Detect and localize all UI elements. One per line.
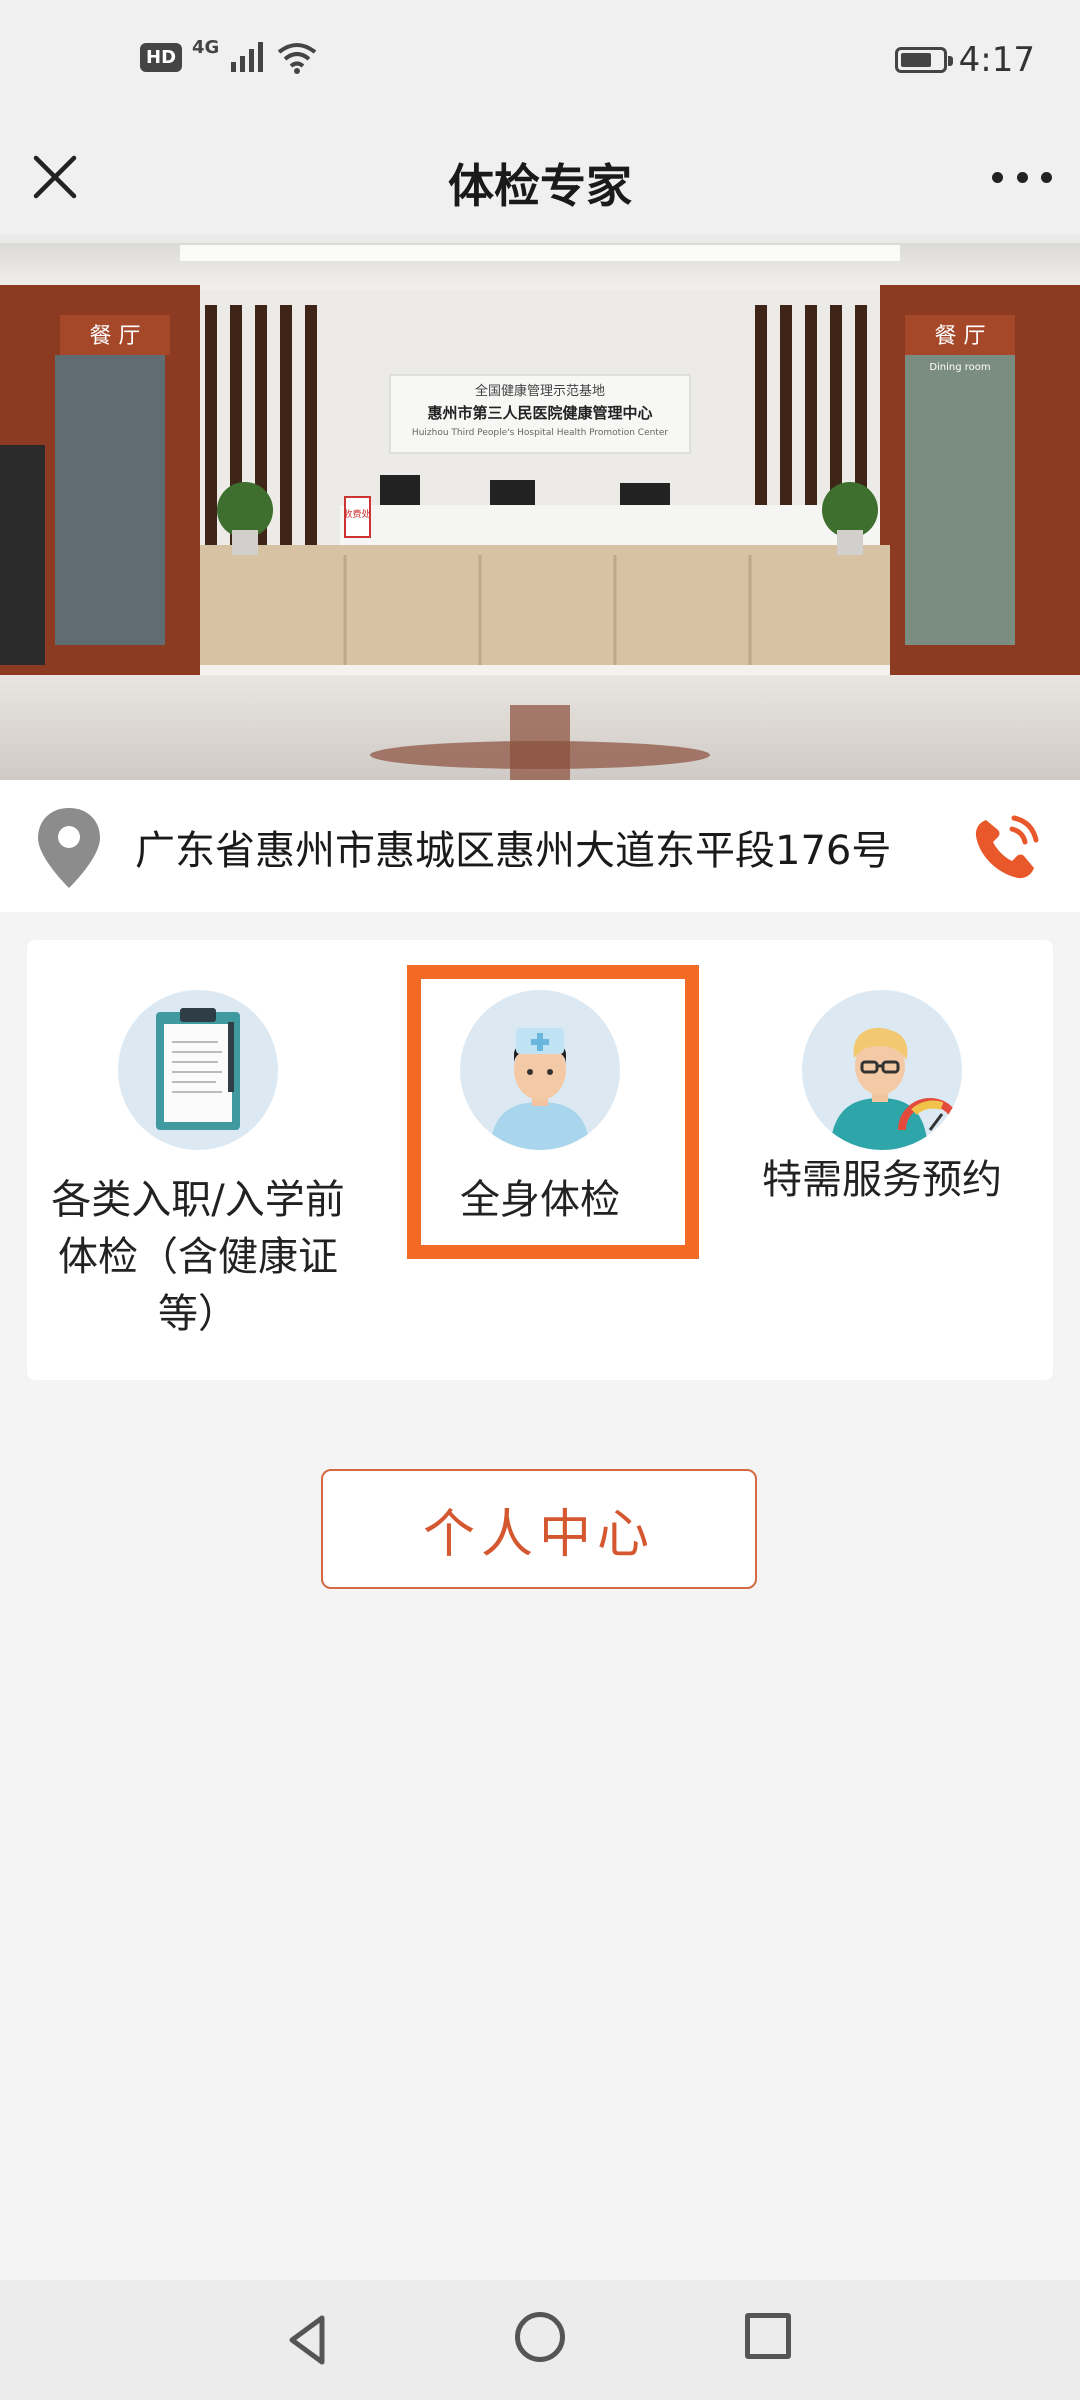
service-full-body-exam[interactable]: 全身体检 [369,990,711,1229]
service-entry-exam[interactable]: 各类入职/入学前体检（含健康证等） [27,990,369,1343]
network-type: 4G [192,36,220,58]
more-dot-icon [992,171,1003,183]
dining-sign-left: 餐 厅 [90,324,141,349]
nurse-avatar-icon [460,990,620,1150]
more-options-button[interactable] [992,152,1052,202]
home-icon[interactable] [515,2312,565,2362]
clock: 4:17 [958,40,1035,80]
clipboard-icon [118,990,278,1150]
back-icon[interactable] [280,2310,340,2370]
battery-icon [894,47,953,73]
hero-banner: 餐 厅 餐 厅 Dining room 全国健康管理示范基地 惠州市第三人民医院… [0,235,1080,780]
status-right: 4:17 [894,40,1035,80]
address-text[interactable]: 广东省惠州市惠城区惠州大道东平段176号 [135,818,891,876]
status-bar: HD 4G 4:17 [0,0,1080,130]
nav-bar: 体检专家 [0,130,1080,235]
more-dot-icon [1041,171,1052,183]
reception-photo: 餐 厅 餐 厅 Dining room 全国健康管理示范基地 惠州市第三人民医院… [0,235,1080,780]
system-nav-bar [0,2280,1080,2400]
battery-fill [900,53,931,67]
signal-icon [231,42,264,72]
page-title: 体检专家 [448,159,632,213]
recent-apps-icon[interactable] [745,2313,791,2359]
service-label: 全身体检 [460,1177,620,1223]
dining-sign-right: 餐 厅 [935,324,986,349]
hd-badge: HD [140,42,183,72]
wall-sign-line3: Huizhou Third People's Hospital Health P… [412,428,668,438]
location-pin-icon [38,808,100,888]
wall-sign-line1: 全国健康管理示范基地 [475,383,605,399]
services-card: 各类入职/入学前体检（含健康证等） 全身体检 特需服务预约 [27,940,1053,1380]
wall-sign-line2: 惠州市第三人民医院健康管理中心 [427,404,652,422]
service-label: 各类入职/入学前体检（含健康证等） [51,1177,345,1337]
service-label: 特需服务预约 [762,1157,1002,1203]
service-special-appointment[interactable]: 特需服务预约 [711,990,1053,1209]
status-left: HD 4G [140,36,319,74]
personal-center-button[interactable]: 个人中心 [321,1469,757,1589]
dining-sub-right: Dining room [929,362,990,373]
address-bar: 广东省惠州市惠城区惠州大道东平段176号 [0,780,1080,912]
phone-icon[interactable] [966,808,1046,888]
counter-sign: 收费处 [343,508,370,520]
more-dot-icon [1016,171,1028,183]
wifi-icon [278,43,317,74]
doctor-avatar-icon [802,990,962,1150]
